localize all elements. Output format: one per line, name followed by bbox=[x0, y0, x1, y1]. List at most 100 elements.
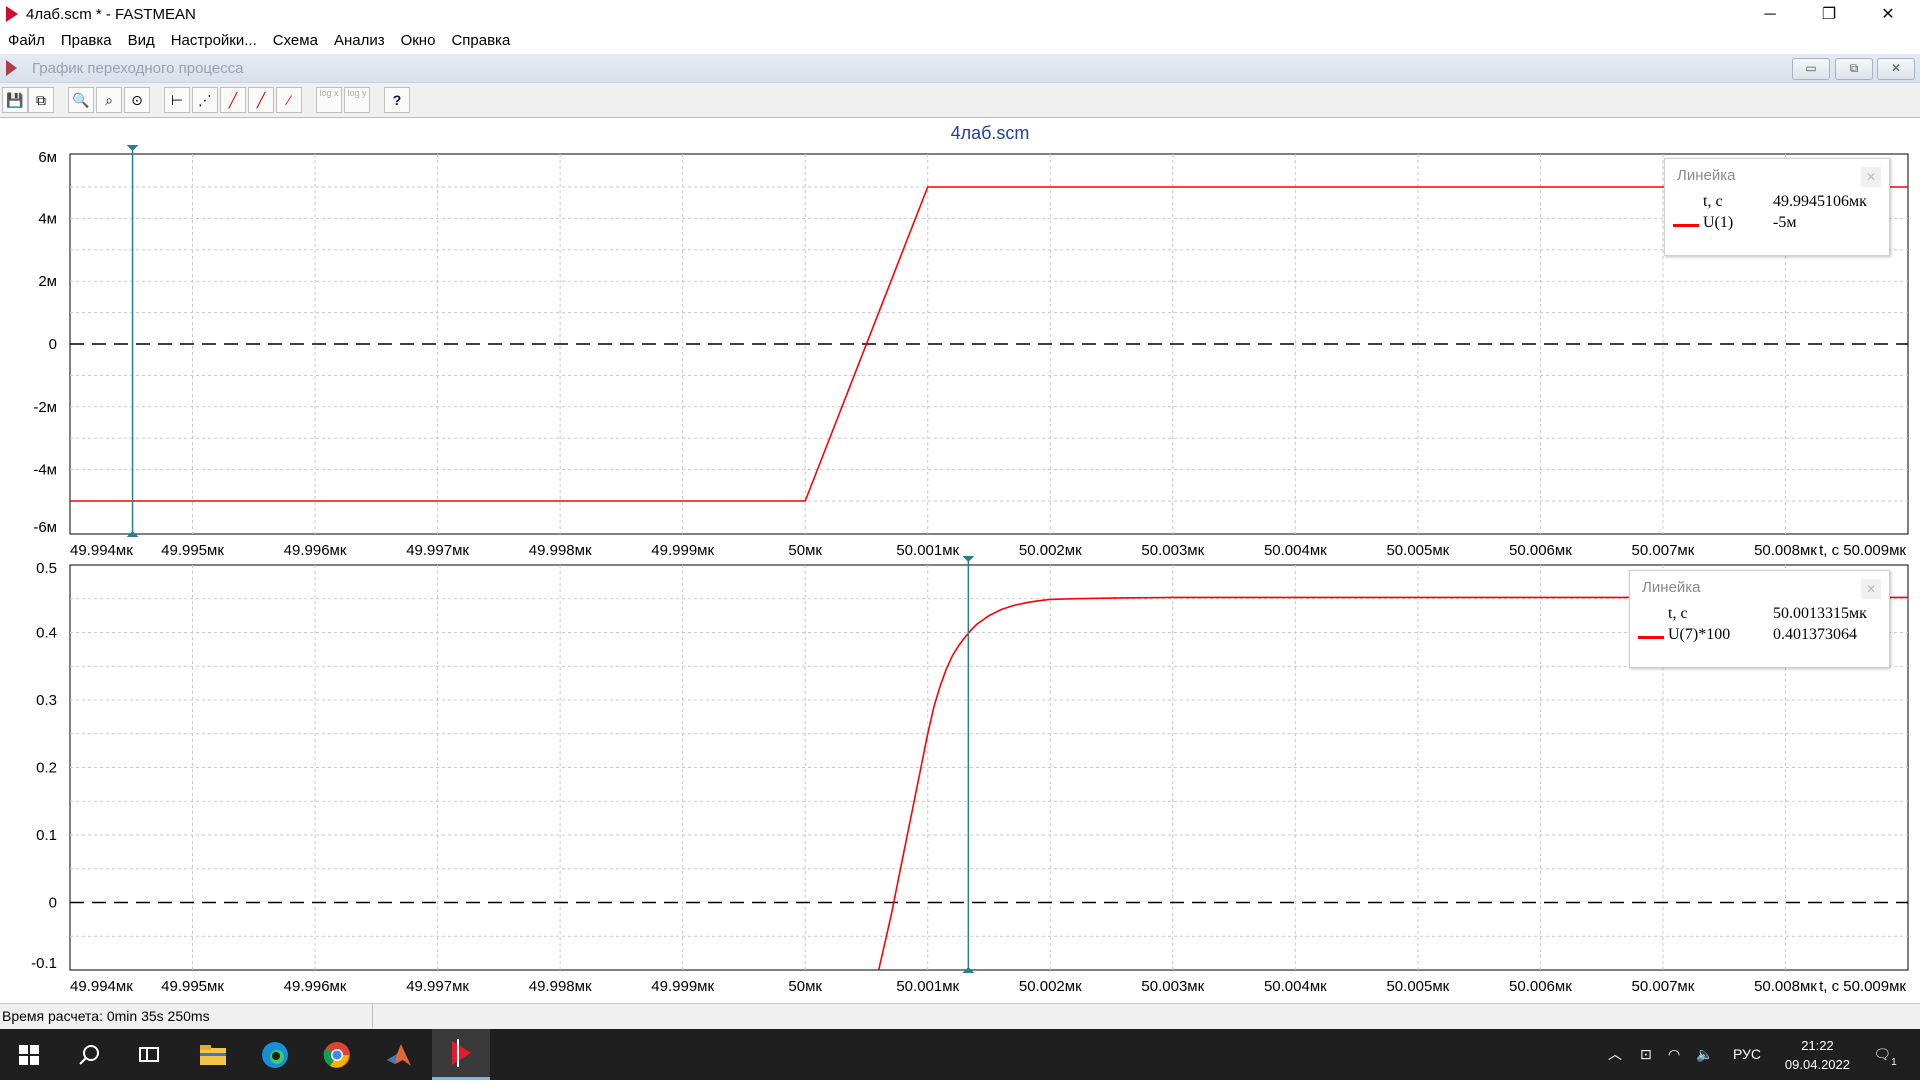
plot-u7[interactable]: 49.994мк 49.995мк 49.996мк 49.997мк 49.998мк… bbox=[31, 556, 1909, 995]
y-tick-label: 0.5 bbox=[36, 560, 57, 577]
maximize-button[interactable]: ❐ bbox=[1801, 0, 1857, 29]
x-tick-label: 49.998мк bbox=[529, 542, 592, 559]
x-tick-label: 50мк bbox=[788, 978, 822, 995]
minimize-button[interactable]: ─ bbox=[1742, 0, 1798, 29]
ruler-time-value: 49.9945106мк bbox=[1773, 193, 1867, 210]
zoom-reset-icon[interactable]: ⊙ bbox=[124, 87, 150, 113]
status-bar: Время расчета: 0min 35s 250ms bbox=[0, 1003, 1920, 1030]
x-tick-label: 50.003мк bbox=[1141, 978, 1204, 995]
wifi-icon[interactable]: ◠ bbox=[1668, 1029, 1680, 1080]
x-tick-label: 49.995мк bbox=[161, 542, 224, 559]
x-tick-label: 49.999мк bbox=[651, 542, 714, 559]
notification-count: 1 bbox=[1891, 1057, 1897, 1068]
ruler-close-icon[interactable]: ✕ bbox=[1861, 579, 1881, 599]
y-tick-label: -4м bbox=[33, 462, 57, 479]
y-tick-label: 0.2 bbox=[36, 760, 57, 777]
y-tick-label: 6м bbox=[38, 149, 57, 166]
fastmean-icon[interactable] bbox=[432, 1029, 490, 1080]
zoom-icon[interactable]: 🔍 bbox=[68, 87, 94, 113]
system-clock[interactable]: 21:22 09.04.2022 bbox=[1785, 1036, 1850, 1074]
y-tick-label: 4м bbox=[38, 210, 57, 227]
x-tick-label: 49.997мк bbox=[406, 542, 469, 559]
menu-schema[interactable]: Схема bbox=[265, 29, 326, 53]
edge-icon[interactable] bbox=[246, 1029, 304, 1080]
title-bar: 4лаб.scm * - FASTMEAN ─ ❐ ✕ bbox=[0, 0, 1920, 29]
ruler-icon[interactable]: ⊢ bbox=[164, 87, 190, 113]
task-view-icon[interactable] bbox=[120, 1029, 178, 1080]
plot-u1[interactable]: 49.994мк 49.995мк 49.996мк 49.997мк 49.998мк… bbox=[33, 145, 1909, 559]
menu-bar: Файл Правка Вид Настройки... Схема Анализ Окно… bbox=[0, 29, 1920, 53]
line-dot-icon[interactable]: ⋰ bbox=[192, 87, 218, 113]
x-tick-label: 50.001мк bbox=[896, 978, 959, 995]
ruler-cursor-top-marker bbox=[126, 145, 139, 151]
y-tick-label: 0.4 bbox=[36, 625, 57, 642]
ruler-panel-title: Линейка bbox=[1677, 167, 1736, 184]
child-restore-button[interactable]: ⧉ bbox=[1835, 58, 1873, 80]
ruler-panel-bottom[interactable]: Линейка ✕ t, c 50.0013315мк U(7)*100 0.401… bbox=[1629, 570, 1890, 668]
series-color-swatch bbox=[1638, 636, 1664, 639]
notification-center-icon[interactable]: 🗨1 bbox=[1868, 1029, 1902, 1080]
ruler-time-label: t, c bbox=[1668, 605, 1688, 622]
file-explorer-icon[interactable] bbox=[184, 1029, 242, 1080]
menu-settings[interactable]: Настройки... bbox=[163, 29, 265, 53]
window-title: 4лаб.scm * - FASTMEAN bbox=[26, 6, 196, 23]
help-icon[interactable]: ? bbox=[384, 87, 410, 113]
menu-analysis[interactable]: Анализ bbox=[326, 29, 393, 53]
x-tick-label: 49.996мк bbox=[284, 978, 347, 995]
child-minimize-button[interactable]: ▭ bbox=[1792, 58, 1830, 80]
close-button[interactable]: ✕ bbox=[1860, 0, 1916, 29]
y-tick-label: 0.3 bbox=[36, 692, 57, 709]
child-window-title: График переходного процесса bbox=[32, 60, 244, 77]
x-tick-label: 50.005мк bbox=[1386, 542, 1449, 559]
matlab-icon[interactable] bbox=[370, 1029, 428, 1080]
x-tick-label: 50.007мк bbox=[1632, 542, 1695, 559]
x-tick-label: 50мк bbox=[788, 542, 822, 559]
ruler-panel-top[interactable]: Линейка ✕ t, c 49.9945106мк U(1) -5м bbox=[1664, 158, 1890, 256]
ruler-close-icon[interactable]: ✕ bbox=[1861, 167, 1881, 187]
x-tick-label: 50.001мк bbox=[896, 542, 959, 559]
start-icon[interactable] bbox=[0, 1029, 58, 1080]
y-tick-label: -6м bbox=[33, 519, 57, 536]
ruler-series-label: U(7)*100 bbox=[1668, 626, 1731, 643]
ruler-cursor-top-marker bbox=[962, 556, 975, 562]
clock-time: 21:22 bbox=[1801, 1038, 1834, 1053]
x-tick-label: 49.995мк bbox=[161, 978, 224, 995]
graph-window-icon bbox=[6, 60, 17, 76]
line-bold-icon[interactable]: ╱ bbox=[248, 87, 274, 113]
x-tick-label: 49.997мк bbox=[406, 978, 469, 995]
clock-date: 09.04.2022 bbox=[1784, 1057, 1850, 1072]
search-icon[interactable] bbox=[60, 1029, 118, 1080]
chrome-icon[interactable] bbox=[308, 1029, 366, 1080]
transient-plot-area[interactable]: 4лаб.scm 49.994мк 49.995мк 49.996мк 49.997м… bbox=[0, 118, 1920, 1000]
x-tick-label: 50.008мк bbox=[1754, 978, 1817, 995]
child-close-button[interactable]: ✕ bbox=[1877, 58, 1915, 80]
x-tick-label: 50.004мк bbox=[1264, 542, 1327, 559]
y-tick-label: -2м bbox=[33, 399, 57, 416]
ruler-time-label: t, c bbox=[1703, 193, 1723, 210]
log-x-icon[interactable]: log x bbox=[316, 87, 342, 113]
input-language[interactable]: РУС bbox=[1733, 1029, 1761, 1080]
x-tick-label: t, c 50.009мк bbox=[1819, 542, 1906, 559]
x-tick-label: 50.006мк bbox=[1509, 542, 1572, 559]
menu-edit[interactable]: Правка bbox=[53, 29, 120, 53]
y-tick-label: 0 bbox=[49, 895, 57, 912]
menu-view[interactable]: Вид bbox=[120, 29, 163, 53]
x-tick-label: 50.002мк bbox=[1019, 542, 1082, 559]
volume-icon[interactable]: 🔈 bbox=[1696, 1029, 1713, 1080]
ruler-panel-title: Линейка bbox=[1642, 579, 1701, 596]
log-y-icon[interactable]: log y bbox=[344, 87, 370, 113]
menu-help[interactable]: Справка bbox=[443, 29, 518, 53]
tray-device-icon[interactable]: ⊡ bbox=[1640, 1029, 1652, 1080]
menu-file[interactable]: Файл bbox=[0, 29, 53, 53]
line-dotted-icon[interactable]: ⁄ bbox=[276, 87, 302, 113]
y-tick-label: 2м bbox=[38, 273, 57, 290]
series-color-swatch bbox=[1673, 224, 1699, 227]
menu-window[interactable]: Окно bbox=[393, 29, 444, 53]
copy-icon[interactable]: ⧉ bbox=[28, 87, 54, 113]
zoom-area-icon[interactable]: ⌕ bbox=[96, 87, 122, 113]
tray-chevron-icon[interactable]: ︿ bbox=[1608, 1029, 1622, 1080]
x-tick-label: 49.998мк bbox=[529, 978, 592, 995]
x-tick-label: 50.006мк bbox=[1509, 978, 1572, 995]
save-icon[interactable]: 💾 bbox=[2, 87, 28, 113]
line-icon[interactable]: ╱ bbox=[220, 87, 246, 113]
